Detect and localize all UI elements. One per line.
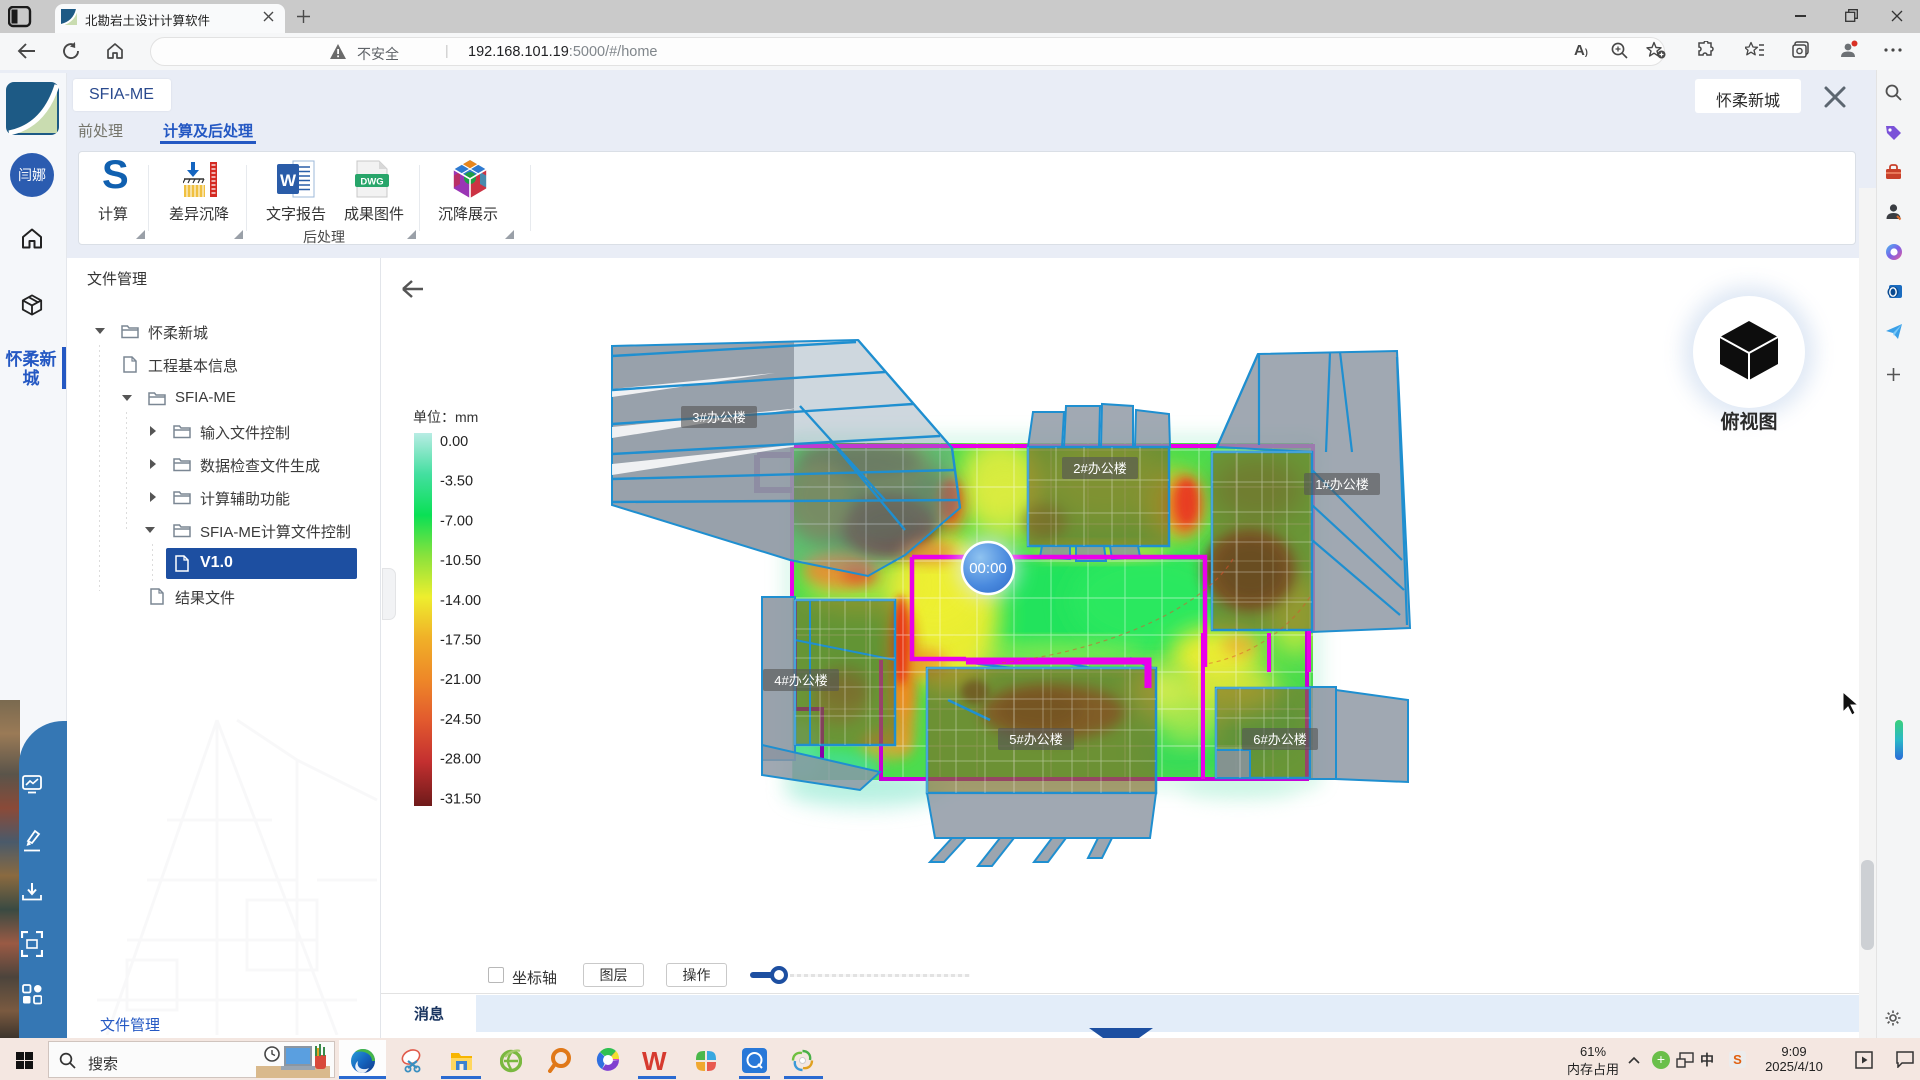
svg-text:W: W <box>280 171 297 190</box>
svg-text:-10.50: -10.50 <box>440 553 481 569</box>
svg-text:-3.50: -3.50 <box>440 474 473 490</box>
svg-text:DWG: DWG <box>360 177 383 188</box>
svg-text:-21.00: -21.00 <box>440 672 481 688</box>
svg-text:2#办公楼: 2#办公楼 <box>1073 461 1126 476</box>
svg-text:-17.50: -17.50 <box>440 633 481 649</box>
svg-text:-31.50: -31.50 <box>440 791 481 807</box>
svg-text:00:00: 00:00 <box>969 560 1007 577</box>
svg-text:-14.00: -14.00 <box>440 593 481 609</box>
svg-text:-24.50: -24.50 <box>440 712 481 728</box>
svg-text:5#办公楼: 5#办公楼 <box>1009 732 1062 747</box>
svg-text:-7.00: -7.00 <box>440 513 473 529</box>
svg-text:0.00: 0.00 <box>440 434 468 450</box>
svg-text:俯视图: 俯视图 <box>1720 410 1777 433</box>
svg-text:-28.00: -28.00 <box>440 752 481 768</box>
svg-text:3#办公楼: 3#办公楼 <box>692 410 745 425</box>
svg-text:6#办公楼: 6#办公楼 <box>1253 732 1306 747</box>
svg-text:单位：mm: 单位：mm <box>413 409 478 425</box>
svg-text:4#办公楼: 4#办公楼 <box>774 673 827 688</box>
svg-text:1#办公楼: 1#办公楼 <box>1315 477 1368 492</box>
